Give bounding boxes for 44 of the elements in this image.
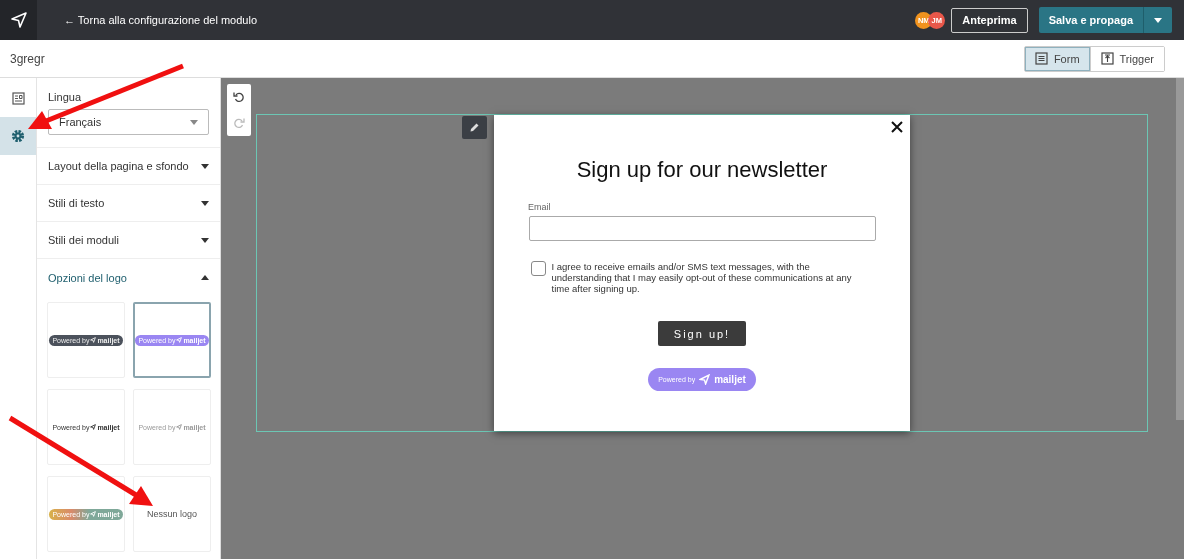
paper-plane-icon: [90, 424, 97, 430]
caret-down-icon: [201, 237, 209, 243]
sidebar-tab[interactable]: [0, 117, 36, 155]
field-label: Email: [528, 202, 551, 212]
dropdown-button[interactable]: [1143, 7, 1172, 33]
accordion-header[interactable]: Stili dei moduli: [37, 222, 220, 259]
undo-icon[interactable]: [233, 91, 245, 103]
caret-up-icon: [201, 275, 209, 280]
edit-button[interactable]: [462, 116, 487, 139]
form-icon: [1034, 52, 1048, 65]
logo-tile[interactable]: [0, 0, 37, 40]
paper-plane-icon: [699, 374, 711, 385]
email-field[interactable]: [528, 216, 876, 241]
view-tab[interactable]: Trigger: [1089, 46, 1164, 71]
back-link[interactable]: ← Torna alla configurazione del modulo: [64, 14, 258, 26]
paper-plane-icon: [9, 11, 28, 29]
form-name: 3gregr: [10, 51, 45, 66]
paper-plane-icon: [90, 337, 97, 343]
view-tab[interactable]: Form: [1024, 46, 1090, 71]
upload-icon: [1100, 52, 1114, 65]
consent-text: I agree to receive emails and/or SMS text messages, with the understanding that I may easily opt-out of these communications at any time after signing up.: [551, 261, 853, 294]
save-button[interactable]: Salva e propaga: [1038, 7, 1143, 33]
language-select[interactable]: Français: [48, 109, 209, 135]
paper-plane-icon: [176, 424, 183, 430]
consent-checkbox[interactable]: [530, 261, 546, 276]
caret-down-icon: [201, 200, 209, 206]
paper-plane-icon: [90, 511, 97, 517]
accordion-header[interactable]: Layout della pagina e sfondo: [37, 148, 220, 185]
form-title: Sign up for our newsletter: [576, 157, 828, 183]
close-icon[interactable]: [891, 121, 903, 133]
caret-icon: [190, 119, 198, 125]
field-label: Lingua: [48, 91, 83, 103]
caret-icon: [1154, 17, 1162, 23]
form-icon: [11, 91, 25, 105]
submit-button[interactable]: Sign up!: [658, 321, 746, 346]
settings-icon: [11, 129, 25, 143]
caret-down-icon: [201, 163, 209, 169]
scrollbar[interactable]: [1176, 78, 1184, 420]
preview-button[interactable]: Anteprima: [951, 7, 1028, 33]
accordion-header[interactable]: Opzioni del logo: [37, 259, 220, 296]
pencil-icon: [469, 122, 480, 133]
accordion-header[interactable]: Stili di testo: [37, 185, 220, 222]
logo-option[interactable]: Nessun logo: [133, 476, 211, 552]
paper-plane-icon: [176, 337, 183, 343]
